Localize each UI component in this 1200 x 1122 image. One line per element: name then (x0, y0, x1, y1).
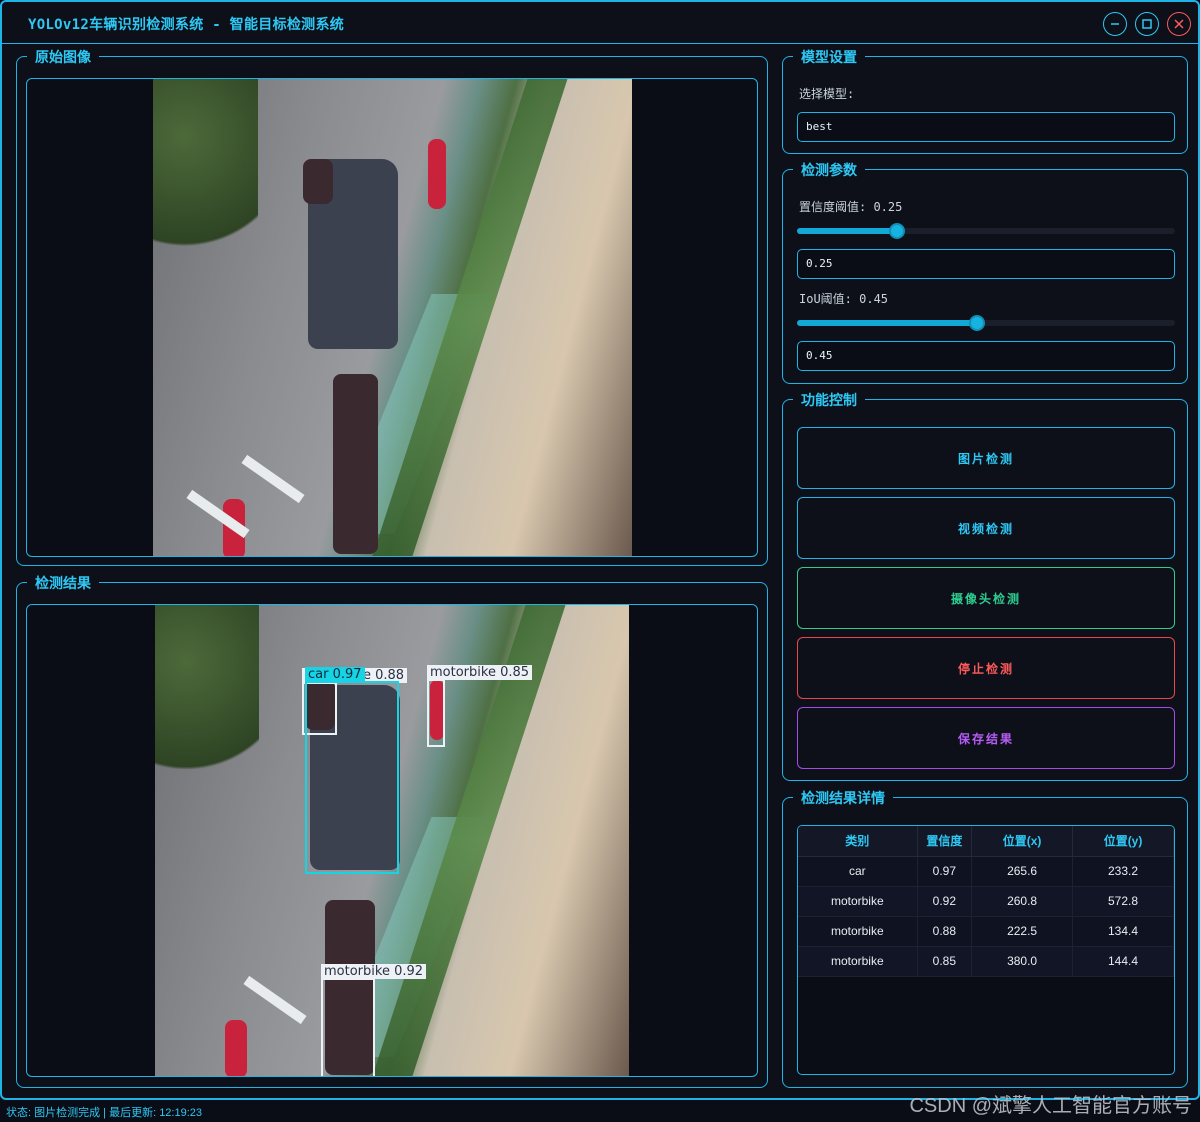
image-detect-button[interactable]: 图片检测 (797, 427, 1175, 489)
stop-detect-button[interactable]: 停止检测 (797, 637, 1175, 699)
original-image (153, 79, 632, 556)
column-header-y[interactable]: 位置(y) (1072, 826, 1174, 857)
maximize-button[interactable] (1135, 12, 1159, 36)
confidence-slider-fill (797, 228, 897, 234)
cell-y: 144.4 (1072, 946, 1174, 977)
function-control-title: 功能控制 (793, 390, 865, 410)
cell-confidence: 0.85 (917, 946, 973, 977)
photo-bike (303, 159, 333, 204)
original-image-title: 原始图像 (27, 47, 99, 67)
maximize-icon (1142, 19, 1152, 29)
app-window: YOLOv12车辆识别检测系统 - 智能目标检测系统 原始图像 检测结果 0.8… (0, 0, 1200, 1100)
photo-stripe (241, 454, 305, 504)
cell-class: motorbike (798, 946, 918, 977)
confidence-slider[interactable] (797, 223, 1175, 239)
iou-slider-handle[interactable] (969, 315, 985, 331)
iou-label: IoU阈值: 0.45 (799, 292, 889, 306)
photo-stripe (243, 975, 307, 1025)
detection-box-motorbike: motorbike 0.92 (321, 964, 427, 1076)
cell-y: 233.2 (1072, 856, 1174, 887)
watermark: CSDN @斌擎人工智能官方账号 (909, 1095, 1192, 1117)
result-image: motorbike 0.88 car 0.97 motorbike 0.85 m… (155, 605, 629, 1076)
cell-confidence: 0.92 (917, 886, 973, 917)
close-button[interactable] (1167, 12, 1191, 36)
close-icon (1174, 19, 1184, 29)
detection-box-car: car 0.97 (305, 667, 399, 874)
original-image-frame (26, 78, 758, 557)
detect-params-panel: 检测参数 置信度阈值: 0.25 0.25 IoU阈值: 0.45 0.45 (782, 160, 1188, 384)
photo-trees (153, 79, 259, 270)
iou-slider[interactable] (797, 315, 1175, 331)
function-control-panel: 功能控制 图片检测 视频检测 摄像头检测 停止检测 保存结果 (782, 390, 1188, 781)
minimize-button[interactable] (1103, 12, 1127, 36)
model-settings-panel: 模型设置 选择模型: best (782, 47, 1188, 154)
cell-x: 265.6 (971, 856, 1074, 887)
cell-x: 222.5 (971, 916, 1074, 947)
column-header-class[interactable]: 类别 (798, 826, 918, 857)
cell-class: motorbike (798, 886, 918, 917)
cell-x: 260.8 (971, 886, 1074, 917)
table-row[interactable]: motorbike 0.85 380.0 144.4 (798, 946, 1174, 977)
cell-confidence: 0.88 (917, 916, 973, 947)
result-image-title: 检测结果 (27, 573, 99, 593)
model-select-label: 选择模型: (799, 87, 855, 101)
table-row[interactable]: car 0.97 265.6 233.2 (798, 856, 1174, 887)
model-select[interactable]: best (797, 112, 1175, 142)
result-image-panel: 检测结果 motorbike 0.88 car 0.97 (16, 573, 768, 1088)
save-result-button[interactable]: 保存结果 (797, 707, 1175, 769)
confidence-input[interactable]: 0.25 (797, 249, 1175, 279)
detection-label: motorbike 0.92 (321, 964, 427, 979)
cell-class: car (798, 856, 918, 887)
detection-label: motorbike 0.85 (427, 665, 533, 680)
table-row[interactable]: motorbike 0.92 260.8 572.8 (798, 886, 1174, 917)
cell-x: 380.0 (971, 946, 1074, 977)
minimize-icon (1111, 23, 1119, 25)
iou-input[interactable]: 0.45 (797, 341, 1175, 371)
iou-slider-fill (797, 320, 977, 326)
table-header-row: 类别 置信度 位置(x) 位置(y) (798, 826, 1174, 857)
confidence-slider-handle[interactable] (889, 223, 905, 239)
camera-detect-button[interactable]: 摄像头检测 (797, 567, 1175, 629)
result-details-title: 检测结果详情 (793, 788, 893, 808)
confidence-label: 置信度阈值: 0.25 (799, 200, 903, 214)
detect-params-title: 检测参数 (793, 160, 865, 180)
model-settings-title: 模型设置 (793, 47, 865, 67)
results-table-grid: 类别 置信度 位置(x) 位置(y) car 0.97 265.6 233.2 … (798, 826, 1174, 977)
cell-y: 134.4 (1072, 916, 1174, 947)
cell-confidence: 0.97 (917, 856, 973, 887)
cell-class: motorbike (798, 916, 918, 947)
photo-bike (225, 1020, 247, 1076)
photo-bike (333, 374, 378, 554)
video-detect-button[interactable]: 视频检测 (797, 497, 1175, 559)
window-title: YOLOv12车辆识别检测系统 - 智能目标检测系统 (28, 17, 345, 33)
photo-curb (372, 79, 568, 556)
result-image-frame: motorbike 0.88 car 0.97 motorbike 0.85 m… (26, 604, 758, 1077)
table-row[interactable]: motorbike 0.88 222.5 134.4 (798, 916, 1174, 947)
detection-box-motorbike: motorbike 0.85 (427, 665, 533, 747)
column-header-x[interactable]: 位置(x) (971, 826, 1074, 857)
photo-bike (428, 139, 446, 209)
result-details-panel: 检测结果详情 类别 置信度 位置(x) 位置(y) car 0.97 265.6… (782, 788, 1188, 1088)
detection-label: car 0.97 (305, 667, 365, 682)
cell-y: 572.8 (1072, 886, 1174, 917)
title-bar: YOLOv12车辆识别检测系统 - 智能目标检测系统 (2, 2, 1198, 44)
original-image-panel: 原始图像 (16, 47, 768, 566)
column-header-confidence[interactable]: 置信度 (917, 826, 973, 857)
status-bar: 状态: 图片检测完成 | 最后更新: 12:19:23 (6, 1107, 203, 1119)
photo-trees (155, 605, 260, 794)
results-table[interactable]: 类别 置信度 位置(x) 位置(y) car 0.97 265.6 233.2 … (797, 825, 1175, 1075)
